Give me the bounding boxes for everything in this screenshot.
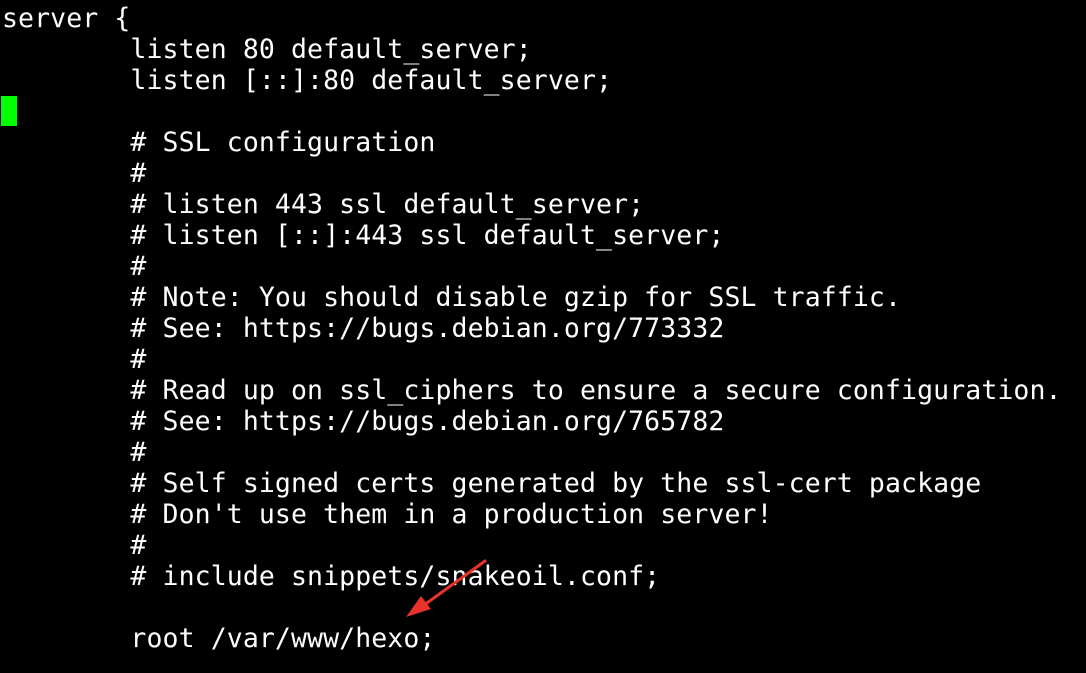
code-line-17: # Don't use them in a production server! xyxy=(2,499,773,530)
code-line-21: root /var/www/hexo; xyxy=(2,623,436,654)
code-line-14: # See: https://bugs.debian.org/765782 xyxy=(2,406,725,437)
code-line-12: # xyxy=(2,344,147,375)
code-line-6: # xyxy=(2,158,147,189)
code-line-15: # xyxy=(2,437,147,468)
code-line-19: # include snippets/snakeoil.conf; xyxy=(2,561,661,592)
terminal-window[interactable]: server { listen 80 default_server; liste… xyxy=(0,0,1086,673)
code-line-3: listen [::]:80 default_server; xyxy=(2,65,613,96)
code-line-8: # listen [::]:443 ssl default_server; xyxy=(2,220,725,251)
code-line-1: server { xyxy=(2,3,131,34)
text-cursor xyxy=(1,96,17,126)
code-line-10: # Note: You should disable gzip for SSL … xyxy=(2,282,902,313)
code-line-2: listen 80 default_server; xyxy=(2,34,532,65)
code-line-7: # listen 443 ssl default_server; xyxy=(2,189,645,220)
code-line-13: # Read up on ssl_ciphers to ensure a sec… xyxy=(2,375,1062,406)
code-line-18: # xyxy=(2,530,147,561)
code-line-5: # SSL configuration xyxy=(2,127,436,158)
code-line-11: # See: https://bugs.debian.org/773332 xyxy=(2,313,725,344)
code-line-9: # xyxy=(2,251,147,282)
code-line-16: # Self signed certs generated by the ssl… xyxy=(2,468,982,499)
